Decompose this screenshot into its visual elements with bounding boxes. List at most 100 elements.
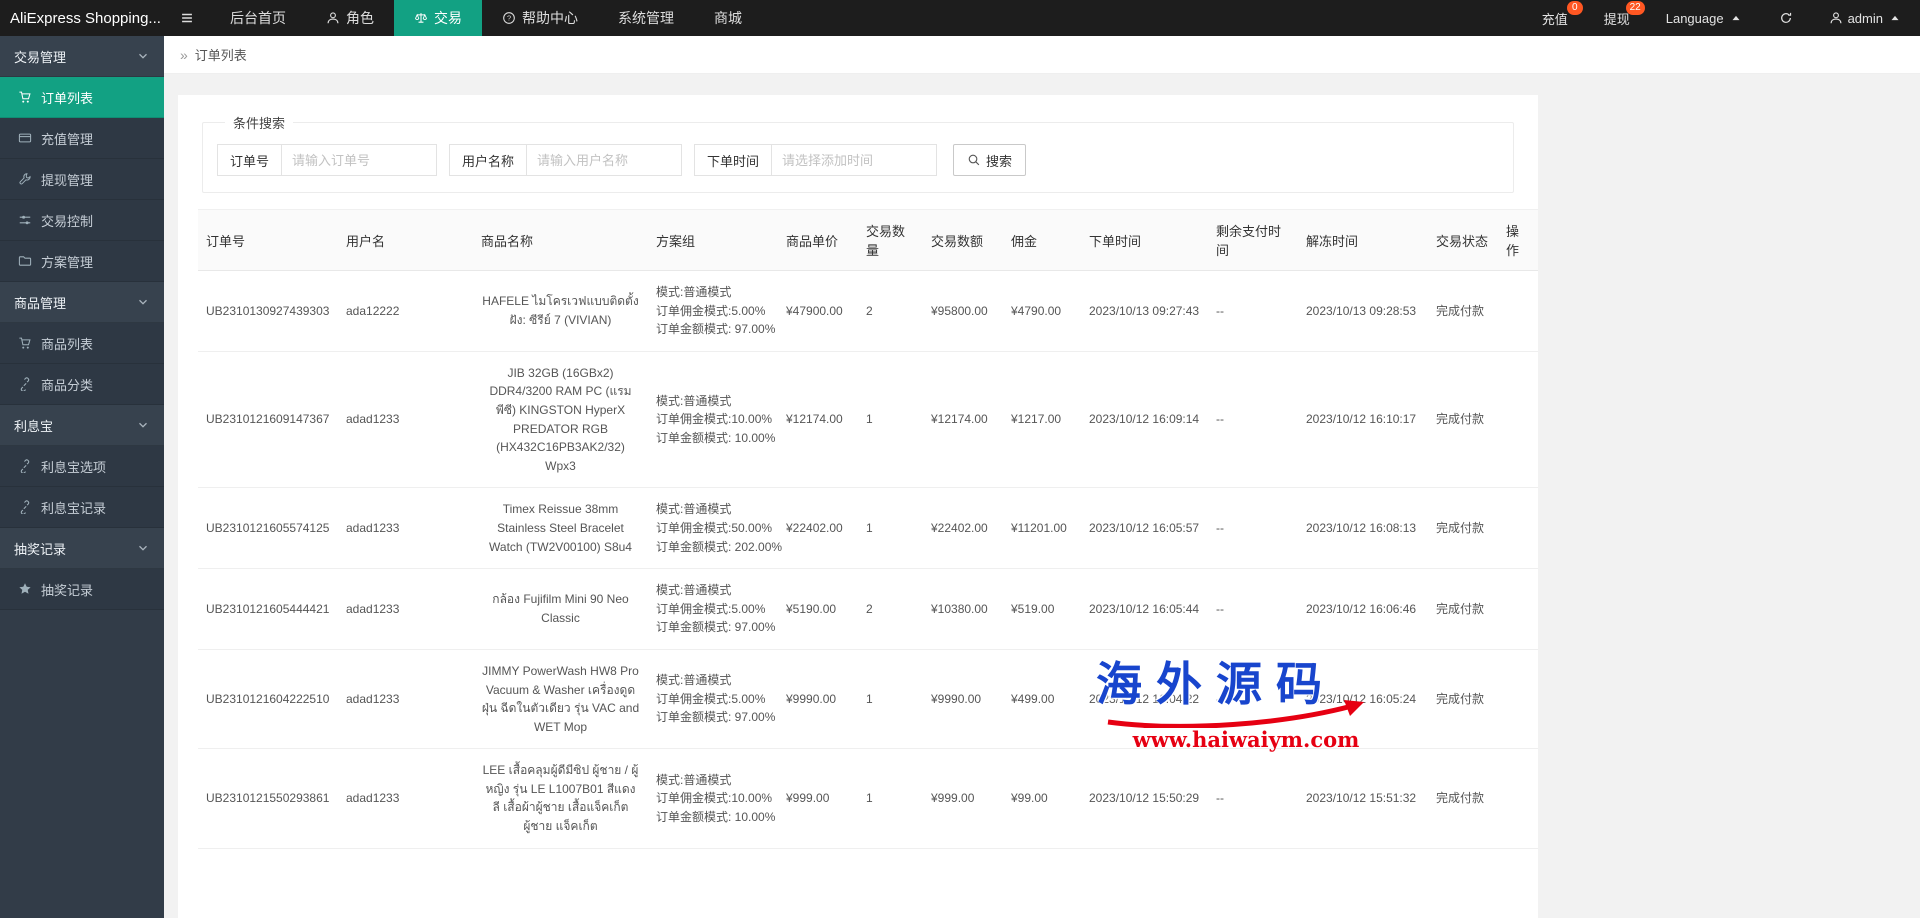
sidebar-group-9[interactable]: 利息宝 <box>0 405 164 446</box>
search-button[interactable]: 搜索 <box>953 144 1027 176</box>
nav-item-4[interactable]: 系统管理 <box>598 0 694 36</box>
breadcrumb: » 订单列表 <box>164 36 1920 74</box>
cell-qty: 2 <box>858 270 923 352</box>
nav-item-3[interactable]: ? 帮助中心 <box>482 0 598 36</box>
sidebar-item-5[interactable]: 方案管理 <box>0 241 164 282</box>
sidebar-item-4[interactable]: 交易控制 <box>0 200 164 241</box>
cell-order-no: UB2310121550293861 <box>198 748 338 849</box>
sidebar-item-11[interactable]: 利息宝记录 <box>0 487 164 528</box>
topbar-recharge[interactable]: 充值 0 <box>1524 0 1586 36</box>
topbar-refresh[interactable] <box>1761 0 1811 36</box>
caret-up-icon <box>1729 11 1743 25</box>
cell-unfreeze-time: 2023/10/13 09:28:53 <box>1298 270 1428 352</box>
cell-plan: 模式:普通模式 订单佣金模式:5.00% 订单金额模式: 97.00% <box>648 270 778 352</box>
sidebar-item-7[interactable]: 商品列表 <box>0 323 164 364</box>
nav-item-5[interactable]: 商城 <box>694 0 762 36</box>
refresh-icon <box>1779 11 1793 25</box>
sidebar-group-12[interactable]: 抽奖记录 <box>0 528 164 569</box>
cell-qty: 2 <box>858 568 923 650</box>
cell-username: adad1233 <box>338 351 473 489</box>
cell-unfreeze-time: 2023/10/12 16:05:24 <box>1298 649 1428 750</box>
orders-table: 订单号 用户名 商品名称 方案组 商品单价 交易数量 交易数额 佣金 下单时间 剩余支付时间 解冻时… <box>198 209 1538 849</box>
sidebar-item-13[interactable]: 抽奖记录 <box>0 569 164 610</box>
cell-commission: ¥1217.00 <box>1003 351 1081 489</box>
search-input-2[interactable] <box>772 144 938 176</box>
col-header-5: 交易数量 <box>858 209 923 271</box>
sidebar-item-label: 利息宝选项 <box>41 459 107 475</box>
cell-order-no: UB2310130927439303 <box>198 270 338 352</box>
col-header-10: 解冻时间 <box>1298 209 1428 271</box>
nav-item-label: 后台首页 <box>230 10 286 26</box>
user-icon <box>326 11 340 25</box>
folder-icon <box>18 254 32 268</box>
cell-unfreeze-time: 2023/10/12 15:51:32 <box>1298 748 1428 849</box>
app-title: AliExpress Shopping... <box>0 0 164 36</box>
search-input-1[interactable] <box>527 144 683 176</box>
topbar-admin[interactable]: admin <box>1811 0 1920 36</box>
sidebar-item-1[interactable]: 订单列表 <box>0 77 164 118</box>
col-header-4: 商品单价 <box>778 209 858 271</box>
topbar-language[interactable]: Language <box>1648 0 1761 36</box>
sidebar-item-10[interactable]: 利息宝选项 <box>0 446 164 487</box>
star-icon <box>18 582 32 596</box>
nav-item-2[interactable]: 交易 <box>394 0 482 36</box>
sidebar-group-label: 交易管理 <box>14 49 67 65</box>
sidebar-item-label: 商品分类 <box>41 377 94 393</box>
sidebar-item-label: 利息宝记录 <box>41 500 107 516</box>
cell-amount: ¥12174.00 <box>923 351 1003 489</box>
cart-icon <box>18 336 32 350</box>
topbar-withdraw[interactable]: 提现 22 <box>1586 0 1648 36</box>
sidebar-item-2[interactable]: 充值管理 <box>0 118 164 159</box>
nav-item-1[interactable]: 角色 <box>306 0 394 36</box>
cell-order-no: UB2310121605574125 <box>198 487 338 570</box>
cell-plan: 模式:普通模式 订单佣金模式:5.00% 订单金额模式: 97.00% <box>648 649 778 750</box>
sidebar-item-8[interactable]: 商品分类 <box>0 364 164 405</box>
help-icon: ? <box>502 11 516 25</box>
cell-action <box>1498 351 1538 489</box>
content-card: 条件搜索 订单号用户名称下单时间 搜索 订单号用户名商品名称方案组商品单价交易数… <box>178 95 1538 918</box>
sidebar-item-3[interactable]: 提现管理 <box>0 159 164 200</box>
cell-order-no: UB2310121604222510 <box>198 649 338 750</box>
cell-order-time: 2023/10/12 16:09:14 <box>1081 351 1208 489</box>
cell-product: LEE เสื้อคลุมผู้ดีมีซิป ผู้ชาย / ผู้หญิง… <box>473 748 648 849</box>
search-row: 订单号 用户名称 下单时间 搜索 <box>217 144 1499 176</box>
cell-commission: ¥4790.00 <box>1003 270 1081 352</box>
cell-remaining: -- <box>1208 649 1298 750</box>
table-row: UB2310121604222510 adad1233 JIMMY PowerWas… <box>198 649 1538 750</box>
topbar-admin-label: admin <box>1847 10 1883 26</box>
cell-qty: 1 <box>858 351 923 489</box>
sidebar-group-0[interactable]: 交易管理 <box>0 36 164 77</box>
cell-action <box>1498 649 1538 750</box>
cell-status: 完成付款 <box>1428 487 1498 570</box>
cell-username: adad1233 <box>338 568 473 650</box>
nav-item-0[interactable]: 后台首页 <box>210 0 306 36</box>
link-icon <box>18 500 32 514</box>
topbar-language-label: Language <box>1665 10 1724 26</box>
chevron-down-icon <box>136 49 150 63</box>
table-row: UB2310130927439303 ada12222 HAFELE ไมโครเว… <box>198 270 1538 352</box>
search-icon <box>967 153 981 167</box>
search-panel-legend: 条件搜索 <box>233 116 286 131</box>
search-input-0[interactable] <box>282 144 438 176</box>
sidebar-group-6[interactable]: 商品管理 <box>0 282 164 323</box>
cart-icon <box>18 90 32 104</box>
cell-commission: ¥99.00 <box>1003 748 1081 849</box>
chevron-down-icon <box>136 541 150 555</box>
cell-unit-price: ¥47900.00 <box>778 270 858 352</box>
sidebar-item-label: 充值管理 <box>41 131 94 147</box>
cell-amount: ¥999.00 <box>923 748 1003 849</box>
sidebar-item-label: 方案管理 <box>41 254 94 270</box>
cell-plan: 模式:普通模式 订单佣金模式:10.00% 订单金额模式: 10.00% <box>648 748 778 849</box>
cell-status: 完成付款 <box>1428 748 1498 849</box>
menu-toggle-icon[interactable] <box>164 0 210 36</box>
search-field-group-1: 用户名称 <box>449 144 683 176</box>
cell-order-time: 2023/10/12 15:50:29 <box>1081 748 1208 849</box>
cell-commission: ¥519.00 <box>1003 568 1081 650</box>
cell-product: กล้อง Fujifilm Mini 90 Neo Classic <box>473 568 648 650</box>
user-icon <box>1829 11 1843 25</box>
cell-username: ada12222 <box>338 270 473 352</box>
cell-username: adad1233 <box>338 748 473 849</box>
search-button-label: 搜索 <box>986 153 1013 169</box>
cell-commission: ¥499.00 <box>1003 649 1081 750</box>
breadcrumb-label: 订单列表 <box>194 48 247 63</box>
